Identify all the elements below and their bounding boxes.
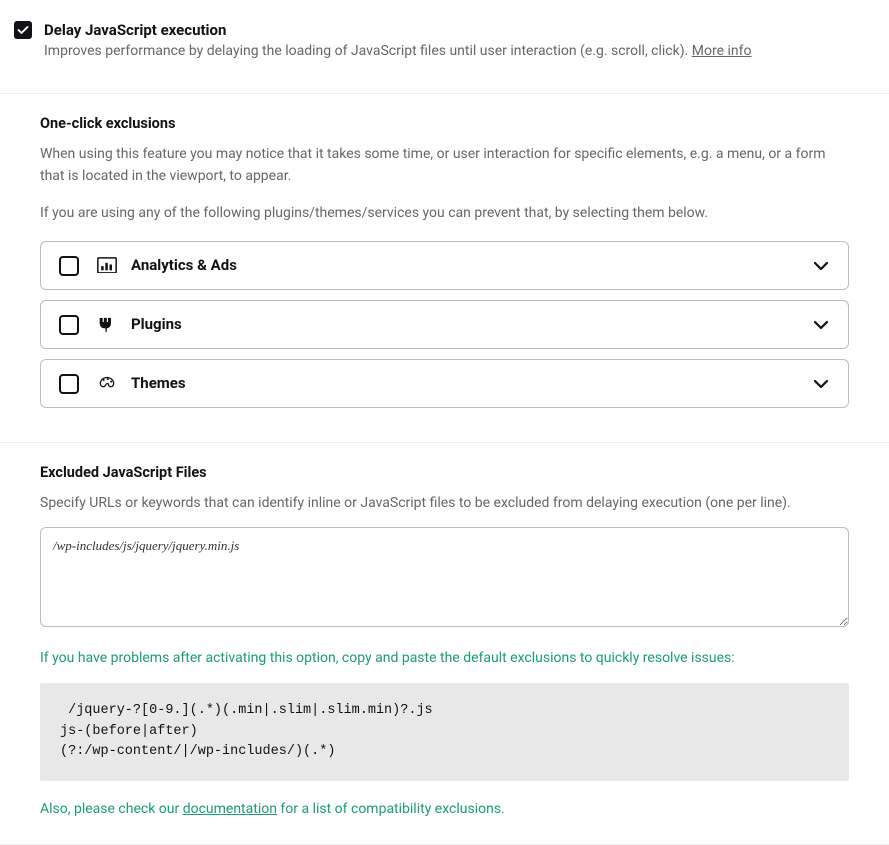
exclusions-para2: If you are using any of the following pl… [40, 203, 849, 225]
analytics-checkbox[interactable] [59, 256, 79, 276]
accordion-label: Analytics & Ads [131, 255, 812, 276]
exclusions-title: One-click exclusions [40, 114, 849, 134]
accordion-label: Plugins [131, 314, 812, 335]
delay-js-section: Delay JavaScript execution Improves perf… [0, 0, 889, 94]
delay-js-title: Delay JavaScript execution [44, 20, 849, 41]
excluded-files-section: Excluded JavaScript Files Specify URLs o… [0, 443, 889, 845]
accordion-plugins[interactable]: Plugins [40, 300, 849, 349]
plugin-icon [97, 316, 117, 334]
more-info-link[interactable]: More info [692, 43, 752, 59]
accordion-label: Themes [131, 373, 812, 394]
footer-note: Also, please check our documentation for… [40, 799, 849, 820]
accordion-analytics[interactable]: Analytics & Ads [40, 241, 849, 290]
help-text: If you have problems after activating th… [40, 648, 849, 669]
chevron-down-icon [812, 257, 830, 275]
check-icon [17, 24, 29, 36]
plugins-checkbox[interactable] [59, 315, 79, 335]
delay-js-desc-text: Improves performance by delaying the loa… [44, 43, 692, 59]
delay-js-desc: Improves performance by delaying the loa… [44, 41, 849, 63]
accordion-themes[interactable]: Themes [40, 359, 849, 408]
footer-suffix: for a list of compatibility exclusions. [277, 801, 505, 817]
analytics-icon [97, 257, 117, 275]
chevron-down-icon [812, 375, 830, 393]
excluded-files-desc: Specify URLs or keywords that can identi… [40, 493, 849, 515]
delay-js-checkbox[interactable] [14, 21, 32, 39]
one-click-exclusions-section: One-click exclusions When using this fea… [0, 94, 889, 443]
default-exclusions-code: /jquery-?[0-9.](.*)(.min|.slim|.slim.min… [40, 683, 849, 782]
documentation-link[interactable]: documentation [183, 801, 277, 817]
themes-checkbox[interactable] [59, 374, 79, 394]
exclusions-para1: When using this feature you may notice t… [40, 144, 849, 187]
excluded-files-title: Excluded JavaScript Files [40, 463, 849, 483]
excluded-files-textarea[interactable] [40, 527, 849, 627]
chevron-down-icon [812, 316, 830, 334]
theme-icon [97, 375, 117, 393]
footer-prefix: Also, please check our [40, 801, 183, 817]
